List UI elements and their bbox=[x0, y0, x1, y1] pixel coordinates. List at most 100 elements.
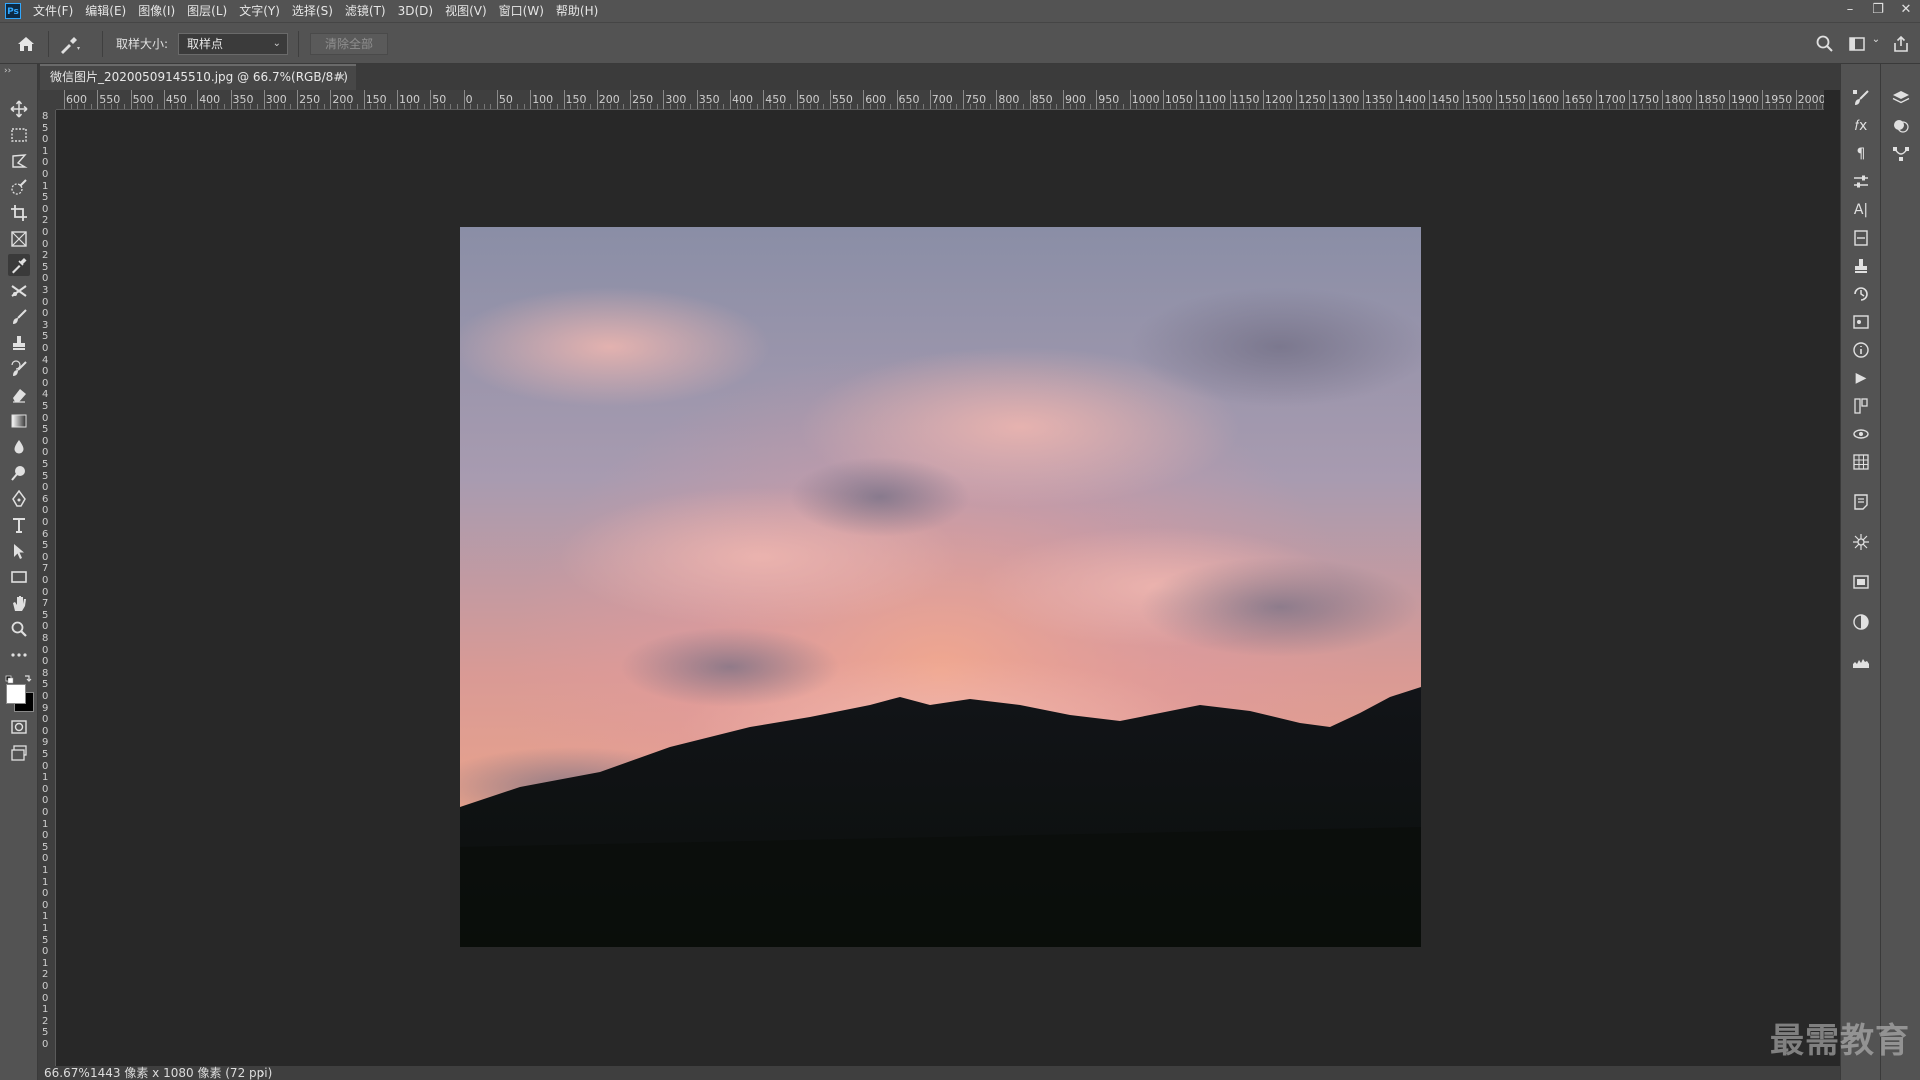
collapse-panel-icon[interactable]: ›› bbox=[4, 66, 11, 76]
gradient-tool-icon[interactable] bbox=[8, 410, 30, 432]
menu-type[interactable]: 文字(Y) bbox=[233, 0, 286, 22]
lasso-tool-icon[interactable] bbox=[8, 150, 30, 172]
menu-select[interactable]: 选择(S) bbox=[286, 0, 339, 22]
ruler-tick bbox=[696, 90, 698, 109]
brush-tool-icon[interactable] bbox=[8, 306, 30, 328]
sunset-photo-image[interactable] bbox=[460, 227, 1421, 947]
hand-tool-icon[interactable] bbox=[8, 592, 30, 614]
clone-source-icon[interactable] bbox=[1851, 256, 1871, 276]
ruler-tick-label: 5 bbox=[42, 261, 49, 273]
close-tab-icon[interactable]: × bbox=[336, 66, 346, 88]
actions-play-icon[interactable]: ▶ bbox=[1851, 368, 1871, 388]
move-tool-icon[interactable] bbox=[8, 98, 30, 120]
menu-3d[interactable]: 3D(D) bbox=[392, 0, 439, 22]
brush-settings-icon[interactable] bbox=[1851, 88, 1871, 108]
notes-icon[interactable] bbox=[1851, 492, 1871, 512]
sample-size-select[interactable]: 取样点 ⌄ bbox=[178, 33, 288, 55]
info-icon[interactable] bbox=[1851, 340, 1871, 360]
minimize-button[interactable]: – bbox=[1836, 0, 1864, 22]
menu-layer[interactable]: 图层(L) bbox=[181, 0, 233, 22]
properties-icon[interactable] bbox=[1851, 228, 1871, 248]
ruler-tick-label: 950 bbox=[1098, 93, 1120, 106]
ruler-tick-label: 2000 bbox=[1797, 93, 1824, 106]
ruler-origin[interactable] bbox=[38, 90, 56, 110]
menu-window[interactable]: 窗口(W) bbox=[493, 0, 550, 22]
zoom-tool-icon[interactable] bbox=[8, 618, 30, 640]
menu-view[interactable]: 视图(V) bbox=[439, 0, 493, 22]
ruler-tick-label: 250 bbox=[299, 93, 321, 106]
clone-stamp-tool-icon[interactable] bbox=[8, 332, 30, 354]
timeline-icon[interactable] bbox=[1851, 572, 1871, 592]
quick-selection-tool-icon[interactable] bbox=[8, 176, 30, 198]
ruler-tick-label: 1300 bbox=[1331, 93, 1360, 106]
status-bar: 66.67% 1443 像素 x 1080 像素 (72 ppi) › bbox=[38, 1066, 1840, 1080]
color-icon[interactable] bbox=[1851, 612, 1871, 632]
home-icon[interactable] bbox=[14, 32, 38, 56]
eyedropper-tool-icon[interactable] bbox=[8, 254, 30, 276]
status-menu-arrow-icon[interactable]: › bbox=[260, 1066, 265, 1080]
3d-icon[interactable] bbox=[1851, 424, 1871, 444]
ruler-tick bbox=[1662, 90, 1664, 109]
styles-icon[interactable]: 𝑓x bbox=[1851, 116, 1871, 136]
rectangular-marquee-tool-icon[interactable] bbox=[8, 124, 30, 146]
ruler-tick-label: 500 bbox=[132, 93, 154, 106]
menu-file[interactable]: 文件(F) bbox=[27, 0, 79, 22]
path-selection-tool-icon[interactable] bbox=[8, 540, 30, 562]
ruler-tick-label: 1950 bbox=[1764, 93, 1793, 106]
histogram-icon[interactable] bbox=[1851, 652, 1871, 672]
ruler-tick-label: 1600 bbox=[1531, 93, 1560, 106]
menu-help[interactable]: 帮助(H) bbox=[550, 0, 604, 22]
ruler-tick-label: 700 bbox=[931, 93, 953, 106]
spot-healing-brush-tool-icon[interactable] bbox=[8, 280, 30, 302]
frame-tool-icon[interactable] bbox=[8, 228, 30, 250]
menu-image[interactable]: 图像(I) bbox=[132, 0, 181, 22]
ruler-tick-label: 1450 bbox=[1431, 93, 1460, 106]
close-button[interactable]: ✕ bbox=[1892, 0, 1920, 22]
dodge-tool-icon[interactable] bbox=[8, 462, 30, 484]
eyedropper-tool-preset-icon[interactable] bbox=[58, 33, 82, 55]
channels-icon[interactable] bbox=[1891, 116, 1911, 136]
ruler-minor-tick bbox=[656, 104, 658, 109]
restore-button[interactable]: ❐ bbox=[1864, 0, 1892, 22]
horizontal-ruler[interactable]: 600 550 500 450 400 350 300 250 200 150 100 50 0 50 10… bbox=[56, 90, 1824, 110]
menu-bar: Ps 文件(F) 编辑(E) 图像(I) 图层(L) 文字(Y) 选择(S) 滤… bbox=[0, 0, 1920, 22]
character-icon[interactable]: A| bbox=[1851, 200, 1871, 220]
ruler-minor-tick bbox=[756, 104, 758, 109]
more-tools-icon[interactable] bbox=[8, 644, 30, 666]
paragraph-icon[interactable]: ¶ bbox=[1851, 144, 1871, 164]
ruler-minor-tick bbox=[623, 104, 625, 109]
history-brush-tool-icon[interactable] bbox=[8, 358, 30, 380]
quick-mask-icon[interactable] bbox=[8, 716, 30, 738]
clear-all-button[interactable]: 清除全部 bbox=[310, 33, 388, 55]
rectangle-tool-icon[interactable] bbox=[8, 566, 30, 588]
document-tab[interactable]: 微信图片_20200509145510.jpg @ 66.7%(RGB/8#) … bbox=[40, 64, 356, 90]
blur-tool-icon[interactable] bbox=[8, 436, 30, 458]
menu-edit[interactable]: 编辑(E) bbox=[79, 0, 132, 22]
search-icon[interactable] bbox=[1815, 34, 1835, 54]
ruler-tick-label: 5 bbox=[42, 749, 49, 760]
eraser-tool-icon[interactable] bbox=[8, 384, 30, 406]
foreground-color-swatch[interactable] bbox=[6, 684, 26, 704]
swatches-grid-icon[interactable] bbox=[1851, 452, 1871, 472]
libraries-icon[interactable] bbox=[1851, 312, 1871, 332]
paths-icon[interactable] bbox=[1891, 144, 1911, 164]
sample-size-value: 取样点 bbox=[187, 37, 224, 51]
crop-tool-icon[interactable] bbox=[8, 202, 30, 224]
type-tool-icon[interactable] bbox=[8, 514, 30, 536]
zoom-level[interactable]: 66.67% bbox=[44, 1066, 90, 1080]
workspace-icon[interactable] bbox=[1847, 34, 1867, 54]
menu-filter[interactable]: 滤镜(T) bbox=[339, 0, 392, 22]
layers-icon[interactable] bbox=[1891, 88, 1911, 108]
history-icon[interactable] bbox=[1851, 284, 1871, 304]
ruler-tick-label: 7 bbox=[42, 598, 49, 610]
chevron-down-icon[interactable]: ⌄ bbox=[1866, 34, 1886, 54]
share-icon[interactable] bbox=[1891, 34, 1911, 54]
screen-mode-icon[interactable] bbox=[8, 742, 30, 764]
pen-tool-icon[interactable] bbox=[8, 488, 30, 510]
default-swap-colors-icon[interactable] bbox=[5, 670, 33, 684]
adjustments-icon[interactable] bbox=[1851, 172, 1871, 192]
navigator-icon[interactable] bbox=[1851, 532, 1871, 552]
vertical-ruler[interactable]: 8501001502002503003504004505005506006507… bbox=[38, 110, 56, 1066]
glyphs-icon[interactable] bbox=[1851, 396, 1871, 416]
ruler-tick-label: 5 bbox=[42, 1027, 49, 1039]
